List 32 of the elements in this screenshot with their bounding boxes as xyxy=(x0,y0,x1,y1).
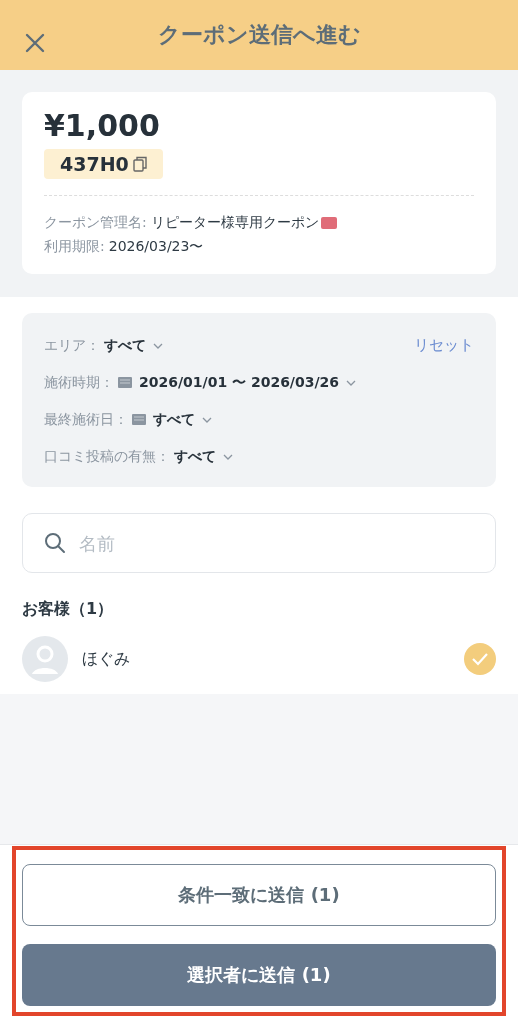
filter-dropdown[interactable]: すべて xyxy=(132,410,212,429)
ticket-icon xyxy=(320,217,337,229)
coupon-name: リピーター様専用クーポン xyxy=(150,214,319,232)
calendar-icon xyxy=(118,377,132,388)
search-field[interactable]: 名前 xyxy=(22,513,496,573)
send-button[interactable]: 条件一致に送信 (1) xyxy=(22,864,496,926)
customers-heading: お客様（1） xyxy=(22,599,115,620)
coupon-code: 437H0 xyxy=(60,153,129,175)
avatar-icon xyxy=(22,636,68,682)
header-title: クーポン送信へ進む xyxy=(157,21,361,49)
close-icon xyxy=(24,32,46,54)
search-icon xyxy=(44,532,66,554)
filter-label: エリア： xyxy=(44,336,100,355)
filter-dropdown[interactable]: 2026/01/01 〜 2026/03/26 xyxy=(118,373,357,392)
coupon-name-label: クーポン管理名: xyxy=(44,214,147,232)
filter-label: 口コミ投稿の有無： xyxy=(44,447,170,466)
chevron-down-icon xyxy=(346,379,357,386)
send-button[interactable]: 選択者に送信 (1) xyxy=(22,944,496,1006)
expiry-date: 2026/03/23〜 xyxy=(108,238,204,256)
coupon-amount: ¥1,000 xyxy=(44,108,161,143)
chevron-down-icon xyxy=(153,342,163,349)
expiry-label: 利用期限: xyxy=(44,238,105,256)
customer-row[interactable]: ほぐみ xyxy=(22,636,496,682)
filter-label: 最終施術日： xyxy=(44,410,128,429)
copy-icon[interactable] xyxy=(132,156,147,172)
filter-label: 施術時期： xyxy=(44,373,114,392)
chevron-down-icon xyxy=(202,416,212,423)
filter-dropdown[interactable]: すべて xyxy=(174,447,233,466)
chevron-down-icon xyxy=(223,453,233,460)
calendar-icon xyxy=(132,414,146,425)
customer-name: ほぐみ xyxy=(82,648,130,670)
filter-dropdown[interactable]: すべて xyxy=(104,336,163,355)
